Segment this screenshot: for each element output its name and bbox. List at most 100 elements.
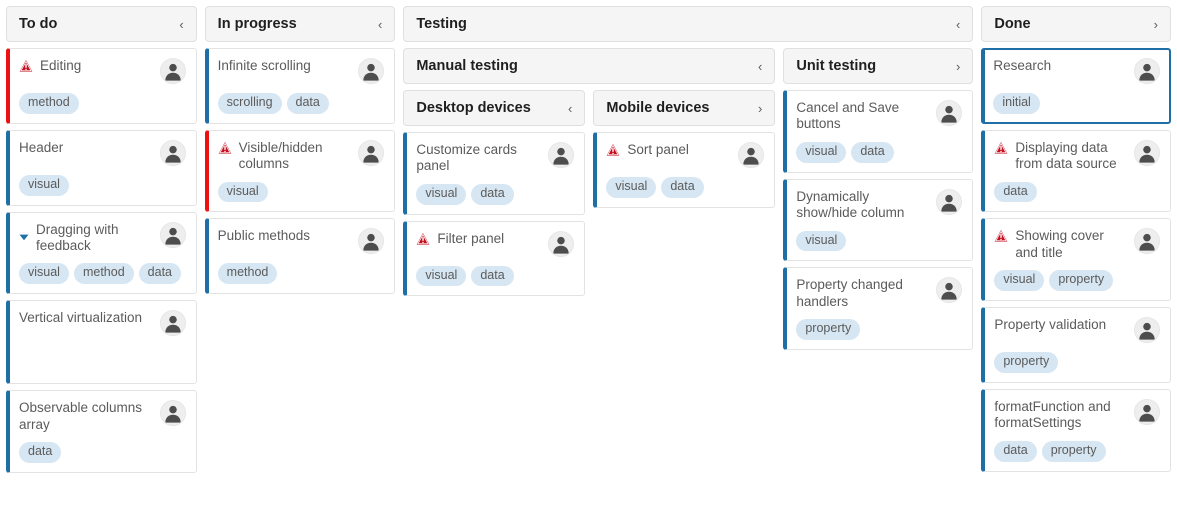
card-tag[interactable]: property <box>1049 270 1114 292</box>
card-title-wrap: Cancel and Save buttons <box>796 100 930 133</box>
card-tag[interactable]: data <box>661 177 704 198</box>
column-header-done[interactable]: Done › <box>981 6 1172 42</box>
kanban-card[interactable]: Sort panel visual data <box>593 132 776 208</box>
card-tag[interactable]: data <box>138 263 182 285</box>
kanban-card[interactable]: Customize cards panel visual data <box>403 132 586 215</box>
user-avatar[interactable] <box>936 100 963 126</box>
chevron-right-icon[interactable]: › <box>758 102 762 115</box>
user-avatar[interactable] <box>1134 139 1161 166</box>
kanban-card[interactable]: Visible/hidden columns visual <box>204 129 396 213</box>
user-avatar[interactable] <box>358 58 385 84</box>
card-tag[interactable]: property <box>796 319 861 341</box>
column-header-todo[interactable]: To do ‹ <box>6 6 197 42</box>
kanban-card[interactable]: Vertical virtualization <box>6 300 197 385</box>
kanban-card[interactable]: Infinite scrolling scrolling data <box>204 48 396 124</box>
chevron-left-icon[interactable]: ‹ <box>758 60 762 73</box>
column-header-unit-testing[interactable]: Unit testing › <box>783 48 974 84</box>
user-avatar[interactable] <box>1134 398 1161 425</box>
chevron-down-icon[interactable] <box>19 228 29 246</box>
card-tag[interactable]: method <box>73 263 134 285</box>
card-tag[interactable]: visual <box>796 141 847 163</box>
kanban-card[interactable]: Property changed handlers property <box>783 267 974 351</box>
user-avatar[interactable] <box>936 277 963 304</box>
kanban-card[interactable]: Dynamically show/hide column visual <box>783 178 974 262</box>
column-title: Testing <box>416 16 467 32</box>
card-tag[interactable]: visual <box>217 181 268 203</box>
column-header-mobile-devices[interactable]: Mobile devices › <box>593 90 776 126</box>
user-avatar[interactable] <box>548 230 575 257</box>
card-tag[interactable]: visual <box>19 263 69 285</box>
user-avatar[interactable] <box>159 400 186 427</box>
user-avatar[interactable] <box>1134 58 1161 84</box>
card-header: Editing <box>19 58 186 84</box>
card-tag[interactable]: visual <box>796 230 847 252</box>
user-avatar[interactable] <box>159 58 186 84</box>
card-title: Dragging with feedback <box>36 221 119 253</box>
card-tag[interactable]: data <box>471 265 514 287</box>
card-tag[interactable]: method <box>217 263 278 285</box>
card-title-wrap: Vertical virtualization <box>19 310 154 326</box>
card-tag[interactable]: initial <box>993 93 1040 114</box>
user-avatar[interactable] <box>159 310 186 337</box>
chevron-right-icon[interactable]: › <box>956 60 960 73</box>
card-tag[interactable]: data <box>286 93 329 114</box>
card-tag[interactable]: data <box>851 141 894 163</box>
user-avatar[interactable] <box>1134 228 1161 255</box>
card-title-wrap: Sort panel <box>606 142 732 162</box>
kanban-column-manual-testing: Manual testing ‹ Desktop devices ‹ Customize… <box>403 48 776 297</box>
card-tag[interactable]: property <box>994 352 1059 373</box>
user-avatar[interactable] <box>358 228 385 255</box>
card-title: Cancel and Save buttons <box>796 100 900 132</box>
card-tag[interactable]: data <box>994 181 1037 203</box>
kanban-card[interactable]: Observable columns array data <box>6 390 197 473</box>
kanban-card[interactable]: formatFunction and formatSettings data pro… <box>981 388 1172 472</box>
column-header-desktop-devices[interactable]: Desktop devices ‹ <box>403 90 586 126</box>
user-avatar[interactable] <box>548 142 575 168</box>
kanban-card[interactable]: Dragging with feedback visual method data <box>6 211 197 295</box>
card-header: Research <box>993 58 1161 84</box>
card-title: Infinite scrolling <box>217 58 311 73</box>
user-avatar[interactable] <box>159 221 186 248</box>
card-tag[interactable]: visual <box>19 174 69 196</box>
user-avatar[interactable] <box>738 142 765 168</box>
chevron-right-icon[interactable]: › <box>1154 18 1158 31</box>
card-header: Property validation <box>994 317 1161 344</box>
card-tag[interactable]: data <box>994 440 1037 462</box>
kanban-card[interactable]: Editing method <box>6 48 197 124</box>
card-tag-list: visual data <box>416 265 574 287</box>
kanban-card[interactable]: Research initial <box>981 48 1172 124</box>
card-tag[interactable]: data <box>19 442 62 463</box>
card-list: Cancel and Save buttons visual data Dynamic… <box>783 90 974 351</box>
kanban-card[interactable]: Header visual <box>6 129 197 206</box>
chevron-left-icon[interactable]: ‹ <box>378 18 382 31</box>
column-header-manual-testing[interactable]: Manual testing ‹ <box>403 48 776 84</box>
card-tag[interactable]: visual <box>416 265 467 287</box>
chevron-left-icon[interactable]: ‹ <box>179 18 183 31</box>
kanban-card[interactable]: Cancel and Save buttons visual data <box>783 90 974 173</box>
user-avatar[interactable] <box>1134 317 1161 344</box>
card-tag[interactable]: visual <box>606 177 657 198</box>
column-header-inprogress[interactable]: In progress ‹ <box>204 6 396 42</box>
card-tag[interactable]: visual <box>416 183 467 205</box>
kanban-card[interactable]: Property validation property <box>981 307 1172 383</box>
kanban-card[interactable]: Public methods method <box>204 218 396 295</box>
kanban-card[interactable]: Showing cover and title visual property <box>981 218 1172 302</box>
card-tag[interactable]: scrolling <box>217 93 282 114</box>
chevron-left-icon[interactable]: ‹ <box>568 102 572 115</box>
card-tag[interactable]: data <box>471 183 514 205</box>
user-avatar[interactable] <box>358 139 385 166</box>
column-title: Desktop devices <box>416 100 531 116</box>
card-tag-list: visual property <box>994 270 1160 292</box>
card-tag[interactable]: property <box>1041 440 1106 462</box>
user-avatar[interactable] <box>159 139 186 166</box>
column-header-testing[interactable]: Testing ‹ <box>403 6 974 42</box>
card-tag[interactable]: visual <box>994 270 1045 292</box>
kanban-card[interactable]: Filter panel visual data <box>403 220 586 297</box>
chevron-left-icon[interactable]: ‹ <box>956 18 960 31</box>
kanban-card[interactable]: Displaying data from data source data <box>981 129 1172 213</box>
card-title: Research <box>993 58 1052 73</box>
card-tag-list: data <box>994 181 1160 203</box>
user-avatar[interactable] <box>936 188 963 215</box>
column-title: Manual testing <box>416 58 518 74</box>
card-tag[interactable]: method <box>19 93 79 114</box>
